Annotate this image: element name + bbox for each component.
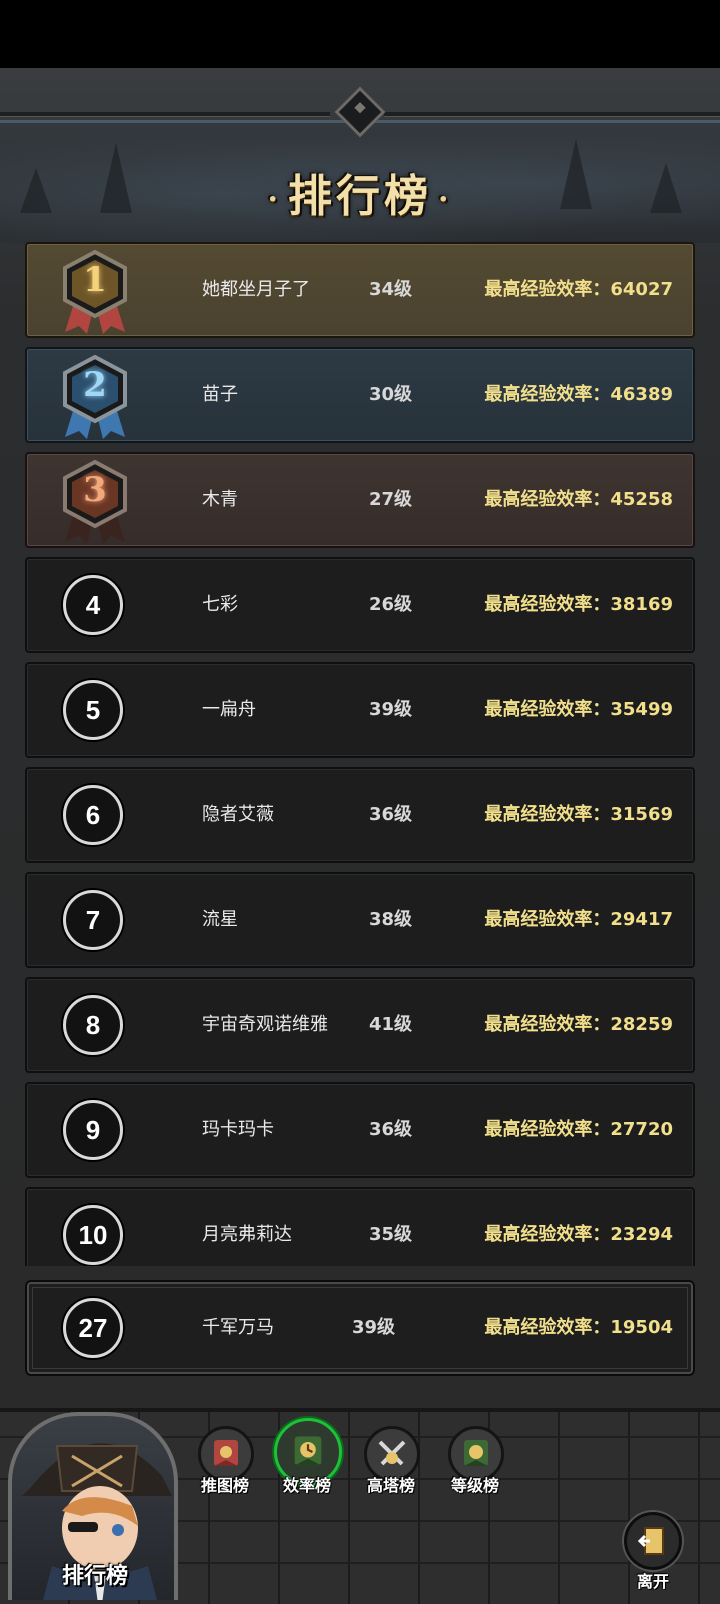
tab-push-ranking[interactable]: 推图榜 <box>190 1422 260 1512</box>
ranking-row[interactable]: 5 一扁舟 39级 最高经验效率：35499 <box>25 662 695 758</box>
player-name: 一扁舟 <box>202 699 256 720</box>
rank-medal-icon: 1 <box>59 249 131 336</box>
exp-efficiency: 最高经验效率：28259 <box>484 1014 673 1035</box>
rank-badge: 5 <box>63 680 123 740</box>
game-screen: · 排行榜 · 1 她都坐月子了 34级 最高经验效率：64027 2 苗子 30级 最高经验效率… <box>0 0 720 1604</box>
player-level: 35级 <box>369 1224 413 1245</box>
rank-badge: 9 <box>63 1100 123 1160</box>
ranking-row[interactable]: 3 木青 27级 最高经验效率：45258 <box>25 452 695 548</box>
player-name: 玛卡玛卡 <box>202 1119 274 1140</box>
exp-efficiency: 最高经验效率：29417 <box>484 909 673 930</box>
rank-number: 2 <box>83 365 107 405</box>
player-name: 七彩 <box>202 594 238 615</box>
exp-efficiency: 最高经验效率：35499 <box>484 699 673 720</box>
player-level: 34级 <box>369 279 413 300</box>
exp-efficiency: 最高经验效率：27720 <box>484 1119 673 1140</box>
ranking-row[interactable]: 6 隐者艾薇 36级 最高经验效率：31569 <box>25 767 695 863</box>
rank-number: 1 <box>83 260 107 300</box>
exp-efficiency: 最高经验效率：31569 <box>484 804 673 825</box>
ranking-row[interactable]: 1 她都坐月子了 34级 最高经验效率：64027 <box>25 242 695 338</box>
rank-medal-icon: 3 <box>59 459 131 546</box>
ranking-list[interactable]: 1 她都坐月子了 34级 最高经验效率：64027 2 苗子 30级 最高经验效率：46389… <box>25 242 695 1266</box>
page-title: · 排行榜 · <box>267 171 453 222</box>
exit-button[interactable]: 离开 <box>618 1508 688 1600</box>
rank-medal-icon: 2 <box>59 354 131 441</box>
tab-efficiency-ranking[interactable]: 效率榜 <box>272 1418 342 1512</box>
ranking-row[interactable]: 8 宇宙奇观诺维雅 41级 最高经验效率：28259 <box>25 977 695 1073</box>
player-name: 苗子 <box>202 384 238 405</box>
player-name: 流星 <box>202 909 238 930</box>
my-player-level: 39级 <box>352 1317 396 1338</box>
exit-label: 离开 <box>636 1572 669 1591</box>
exit-door-icon <box>624 1512 682 1570</box>
player-level: 38级 <box>369 909 413 930</box>
rank-badge: 10 <box>63 1205 123 1265</box>
rank-badge: 7 <box>63 890 123 950</box>
tab-tower-ranking[interactable]: 高塔榜 <box>356 1422 426 1512</box>
player-name: 宇宙奇观诺维雅 <box>202 1014 328 1035</box>
rank-badge: 6 <box>63 785 123 845</box>
player-level: 26级 <box>369 594 413 615</box>
player-level: 27级 <box>369 489 413 510</box>
player-name: 隐者艾薇 <box>202 804 274 825</box>
player-name: 木青 <box>202 489 238 510</box>
ranking-row[interactable]: 7 流星 38级 最高经验效率：29417 <box>25 872 695 968</box>
player-name: 她都坐月子了 <box>202 279 310 300</box>
header-ornament-line <box>0 112 330 116</box>
header-ornament-line <box>384 112 720 116</box>
tab-level-ranking[interactable]: 等级榜 <box>440 1422 510 1512</box>
ranking-row[interactable]: 2 苗子 30级 最高经验效率：46389 <box>25 347 695 443</box>
player-level: 30级 <box>369 384 413 405</box>
my-rank-row: 27 千军万马 39级 最高经验效率：19504 <box>25 1280 695 1376</box>
exp-efficiency: 最高经验效率：46389 <box>484 384 673 405</box>
exp-efficiency: 最高经验效率：64027 <box>484 279 673 300</box>
rank-badge: 8 <box>63 995 123 1055</box>
page-title-text: 排行榜 <box>288 171 432 222</box>
player-level: 36级 <box>369 804 413 825</box>
rank-badge: 4 <box>63 575 123 635</box>
my-rank-badge: 27 <box>63 1298 123 1358</box>
exp-efficiency: 最高经验效率：38169 <box>484 594 673 615</box>
player-name: 月亮弗莉达 <box>202 1224 292 1245</box>
ranking-row[interactable]: 4 七彩 26级 最高经验效率：38169 <box>25 557 695 653</box>
portrait-label: 排行榜 <box>61 1564 128 1589</box>
exp-efficiency: 最高经验效率：45258 <box>484 489 673 510</box>
exp-efficiency: 最高经验效率：23294 <box>484 1224 673 1245</box>
my-exp-efficiency: 最高经验效率：19504 <box>484 1317 673 1338</box>
rank-number: 3 <box>83 470 107 510</box>
player-level: 39级 <box>369 699 413 720</box>
my-player-name: 千军万马 <box>202 1317 274 1338</box>
player-level: 36级 <box>369 1119 413 1140</box>
ranking-row[interactable]: 10 月亮弗莉达 35级 最高经验效率：23294 <box>25 1187 695 1266</box>
player-level: 41级 <box>369 1014 413 1035</box>
ranking-row[interactable]: 9 玛卡玛卡 36级 最高经验效率：27720 <box>25 1082 695 1178</box>
